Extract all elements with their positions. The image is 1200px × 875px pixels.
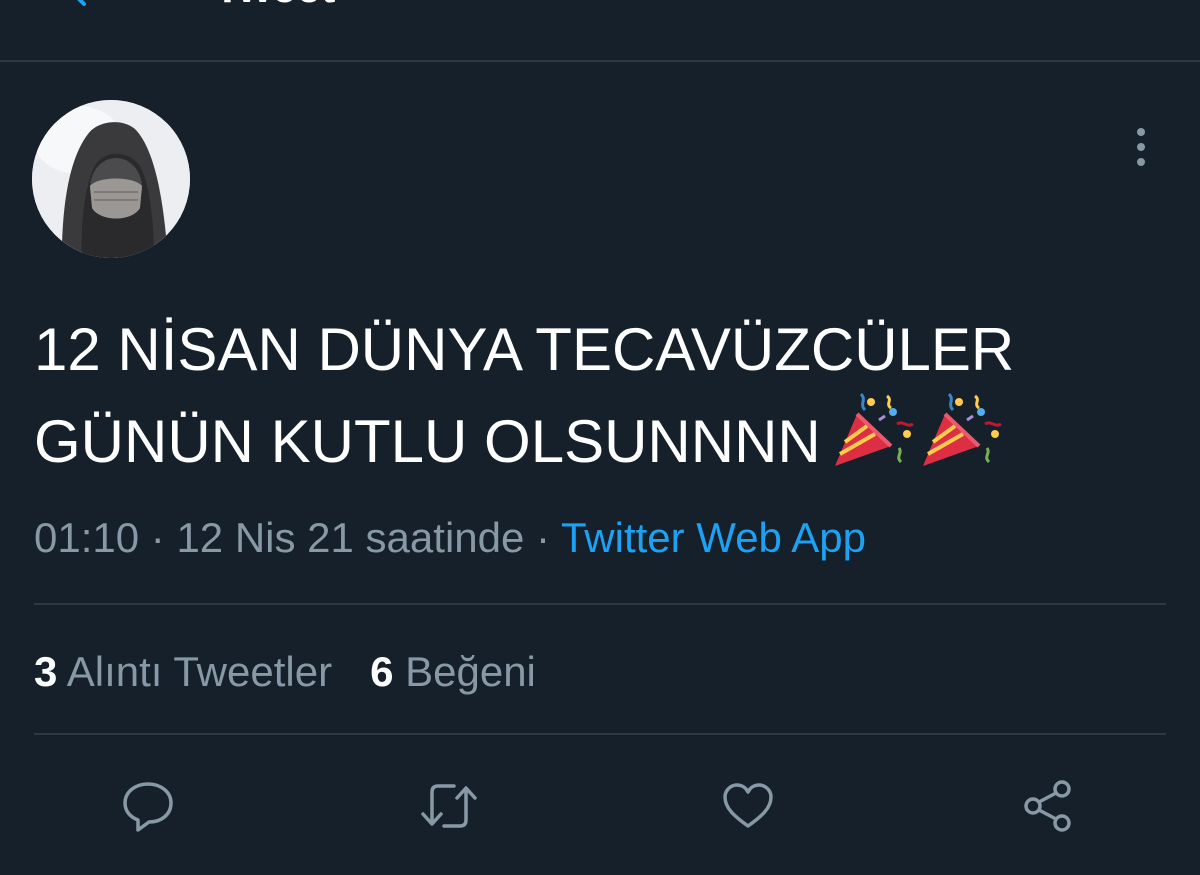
like-count: 6 (370, 648, 394, 695)
quote-label: Alıntı Tweetler (66, 648, 333, 695)
share-icon[interactable] (1020, 778, 1076, 834)
quote-count: 3 (34, 648, 58, 695)
avatar[interactable] (32, 100, 190, 258)
party-popper-icon (834, 392, 914, 466)
more-vertical-icon[interactable] (1126, 124, 1156, 170)
divider (34, 603, 1166, 605)
tweet-text: 12 NİSAN DÜNYA TECAVÜZCÜLER GÜNÜN KUTLU … (34, 310, 1174, 492)
tweet-source-link[interactable]: Twitter Web App (561, 514, 866, 561)
quote-tweets-link[interactable]: 3 Alıntı Tweetler (34, 648, 332, 695)
top-bar: Tweet (0, 0, 1200, 62)
tweet-text-line-content: GÜNÜN KUTLU OLSUNNNN (34, 408, 821, 475)
tweet-stats: 3 Alıntı Tweetler 6 Beğeni (34, 646, 536, 698)
meta-separator: · (536, 514, 551, 561)
page-title: Tweet (214, 0, 335, 10)
tweet-date: 12 Nis 21 saatinde (176, 514, 525, 561)
tweet-text-line: GÜNÜN KUTLU OLSUNNNN (34, 390, 1174, 492)
retweet-icon[interactable] (418, 778, 477, 834)
arrow-left-icon[interactable] (62, 0, 102, 10)
divider (34, 733, 1166, 735)
likes-link[interactable]: 6 Beğeni (370, 648, 536, 695)
tweet-time: 01:10 (34, 514, 140, 561)
party-popper-icon (922, 392, 1002, 466)
tweet-text-line: 12 NİSAN DÜNYA TECAVÜZCÜLER (34, 316, 1015, 383)
emoji-group (831, 390, 1007, 492)
meta-separator: · (150, 514, 165, 561)
heart-icon[interactable] (720, 778, 776, 834)
tweet-meta: 01:10 · 12 Nis 21 saatinde · Twitter Web… (34, 512, 866, 564)
like-label: Beğeni (405, 648, 536, 695)
reply-icon[interactable] (120, 778, 176, 834)
